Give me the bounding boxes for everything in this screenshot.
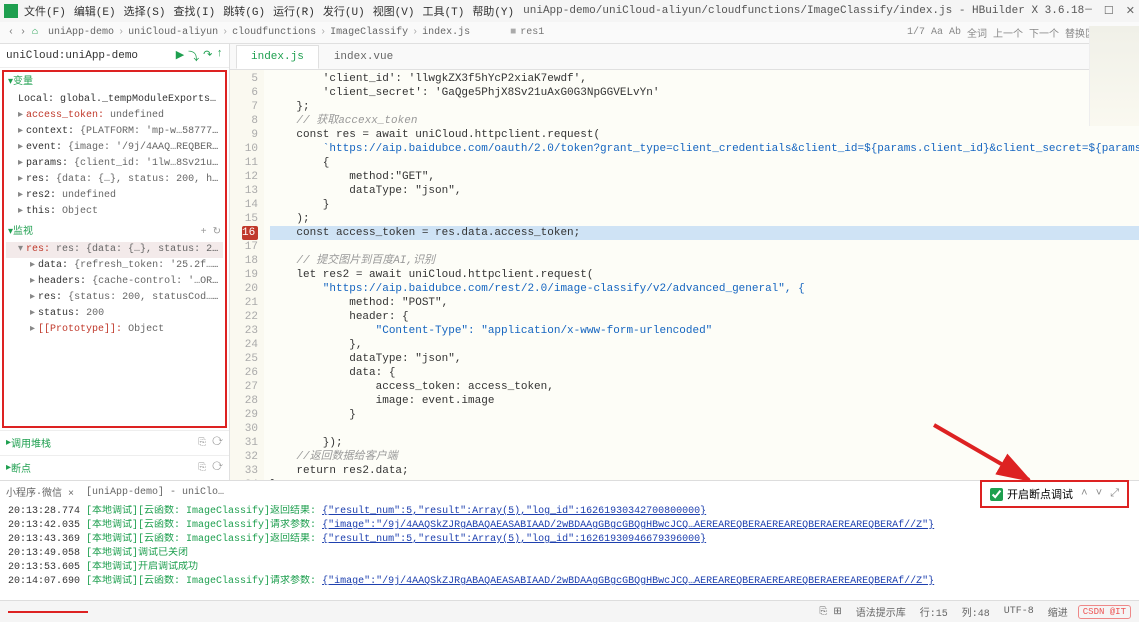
- back-icon[interactable]: ‹: [8, 27, 14, 38]
- menu-file[interactable]: 文件(F): [24, 3, 66, 19]
- menu-run[interactable]: 运行(R): [273, 3, 315, 19]
- breadcrumb-bar: ‹ › ⌂ uniApp-demo› uniCloud-aliyun› clou…: [0, 22, 1139, 44]
- app-logo-icon: [4, 4, 18, 18]
- split-icon[interactable]: ⊞: [833, 606, 841, 618]
- menu-help[interactable]: 帮助(Y): [472, 3, 514, 19]
- breadcrumb[interactable]: cloudfunctions: [232, 27, 316, 38]
- menu-edit[interactable]: 编辑(E): [74, 3, 116, 19]
- indent[interactable]: 缩进: [1048, 604, 1068, 620]
- console-tab-wechat[interactable]: 小程序·微信 ×: [6, 484, 74, 500]
- debug-variables-panel: ▾ 变量 Local: global._tempModuleExports.ex…: [2, 70, 227, 428]
- console-line: 20:14:07.690 [本地调试][云函数: ImageClassify]请…: [8, 575, 1131, 589]
- console-line: 20:13:28.774 [本地调试][云函数: ImageClassify]返…: [8, 505, 1131, 519]
- variable-row[interactable]: ▸context: {PLATFORM: 'mp-w…5877772', sce…: [6, 124, 223, 140]
- tab-indexjs[interactable]: index.js: [236, 45, 319, 69]
- minimize-icon[interactable]: —: [1085, 4, 1092, 18]
- next-match[interactable]: 下一个: [1029, 25, 1059, 41]
- encoding[interactable]: UTF-8: [1004, 606, 1034, 617]
- copy-icon[interactable]: ⎘: [819, 606, 827, 618]
- match-count: 1/7: [907, 27, 925, 38]
- breadcrumb[interactable]: index.js: [422, 27, 470, 38]
- console-line: 20:13:42.035 [本地调试][云函数: ImageClassify]请…: [8, 519, 1131, 533]
- variable-row[interactable]: ▸access_token: undefined: [6, 108, 223, 124]
- step-over-icon[interactable]: ↷: [203, 48, 212, 64]
- watch-row[interactable]: ▸res: {status: 200, statusCod…headers: {…: [6, 290, 223, 306]
- menu-goto[interactable]: 跳转(G): [223, 3, 265, 19]
- maximize-icon[interactable]: ☐: [1104, 4, 1114, 18]
- whole-word[interactable]: 全词: [967, 25, 987, 41]
- close-icon[interactable]: ✕: [1126, 4, 1135, 18]
- code-editor[interactable]: 5678910111213141516171819202122232425262…: [230, 70, 1139, 480]
- step-icon[interactable]: ⤵: [188, 48, 199, 64]
- menu-select[interactable]: 选择(S): [124, 3, 166, 19]
- watch-row[interactable]: ▸headers: {cache-control: '…OR IVA OUR I…: [6, 274, 223, 290]
- variable-row[interactable]: ▸this: Object: [6, 204, 223, 220]
- watch-row[interactable]: ▸status: 200: [6, 306, 223, 322]
- run-icon[interactable]: ▶: [176, 48, 184, 64]
- console-tab-uniapp[interactable]: [uniApp-demo] - uniClo…: [86, 487, 224, 498]
- menu-find[interactable]: 查找(I): [173, 3, 215, 19]
- add-icon[interactable]: + ↻: [201, 226, 221, 240]
- prev-match[interactable]: 上一个: [993, 25, 1023, 41]
- variable-row[interactable]: ▸event: {image: '/9j/4AAQ…REQBERAEREAREQ…: [6, 140, 223, 156]
- case-toggle[interactable]: Aa: [931, 27, 943, 38]
- editor-tabs: index.js index.vue: [230, 44, 1139, 70]
- variable-row[interactable]: ▸params: {client_id: '1lw…8Sv21uAxG0G3Np…: [6, 156, 223, 172]
- project-name[interactable]: uniCloud:uniApp-demo: [6, 50, 176, 62]
- forward-icon[interactable]: ›: [20, 27, 26, 38]
- console-panel: 小程序·微信 × [uniApp-demo] - uniClo… 20:13:2…: [0, 480, 1139, 600]
- section-callstack[interactable]: 调用堆栈: [11, 435, 51, 451]
- breakpoint-debug-checkbox[interactable]: [990, 488, 1003, 501]
- menu-tools[interactable]: 工具(T): [423, 3, 465, 19]
- watch-head[interactable]: ▾res: res: {data: {…}, status: 200, head…: [6, 242, 223, 258]
- chevron-down-icon[interactable]: ˅: [1096, 488, 1103, 500]
- breakpoint-debug-label: 开启断点调试: [1007, 486, 1073, 502]
- chevron-up-icon[interactable]: ˄: [1081, 488, 1088, 500]
- col-indicator: 列:48: [962, 604, 990, 620]
- window-title: uniApp-demo/uniCloud-aliyun/cloudfunctio…: [522, 5, 1085, 17]
- search-label: res1: [520, 27, 544, 38]
- watermark-badge: CSDN @IT: [1078, 605, 1131, 619]
- syntax-lib[interactable]: 语法提示库: [856, 604, 906, 620]
- section-watch: 监视: [13, 226, 33, 240]
- tab-indexvue[interactable]: index.vue: [319, 45, 408, 69]
- console-line: 20:13:49.058 [本地调试]调试已关闭: [8, 547, 1131, 561]
- menu-publish[interactable]: 发行(U): [323, 3, 365, 19]
- console-line: 20:13:43.369 [本地调试][云函数: ImageClassify]返…: [8, 533, 1131, 547]
- local-scope[interactable]: Local: global._tempModuleExports.exports…: [6, 92, 223, 108]
- variable-row[interactable]: ▸res2: undefined: [6, 188, 223, 204]
- home-icon[interactable]: ⌂: [32, 27, 38, 38]
- enable-breakpoint-debug[interactable]: 开启断点调试 ˄ ˅ ⤢: [980, 480, 1129, 508]
- word-toggle[interactable]: Ab: [949, 27, 961, 38]
- collapse-icon[interactable]: ⤢: [1110, 488, 1119, 500]
- breadcrumb[interactable]: uniCloud-aliyun: [128, 27, 218, 38]
- minimap[interactable]: [1089, 26, 1139, 126]
- watch-row[interactable]: ▸data: {refresh_token: '25.2f…rtapp_gov_…: [6, 258, 223, 274]
- section-breakpoints[interactable]: 断点: [11, 460, 31, 476]
- breadcrumb[interactable]: ImageClassify: [330, 27, 408, 38]
- status-bar: ⎘ ⊞ 语法提示库 行:15 列:48 UTF-8 缩进 CSDN @IT: [0, 600, 1139, 622]
- menu-bar: 文件(F) 编辑(E) 选择(S) 查找(I) 跳转(G) 运行(R) 发行(U…: [0, 0, 1139, 22]
- line-gutter: 5678910111213141516171819202122232425262…: [230, 70, 264, 480]
- step-out-icon[interactable]: ↑: [216, 48, 223, 64]
- copy-icon[interactable]: ⎘ ⟳: [198, 437, 223, 449]
- watch-row[interactable]: ▸[[Prototype]]: Object: [6, 322, 223, 338]
- annotation-underline: [8, 611, 88, 613]
- menu-view[interactable]: 视图(V): [373, 3, 415, 19]
- section-variables: 变量: [13, 76, 33, 90]
- console-line: 20:13:53.605 [本地调试]开启调试成功: [8, 561, 1131, 575]
- breadcrumb[interactable]: uniApp-demo: [48, 27, 114, 38]
- line-indicator: 行:15: [920, 604, 948, 620]
- variable-row[interactable]: ▸res: {data: {…}, status: 200, headers: …: [6, 172, 223, 188]
